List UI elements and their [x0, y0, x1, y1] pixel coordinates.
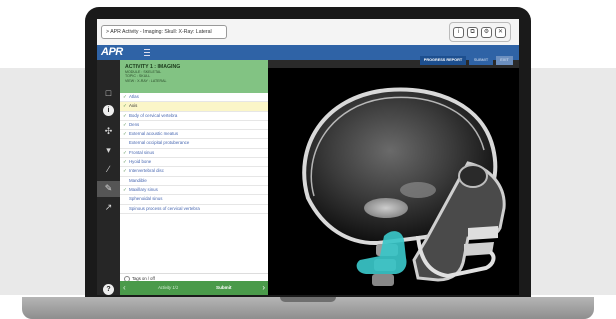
structure-label: Sphenoidal sinus: [129, 196, 163, 202]
structure-item[interactable]: External occipital protuberance: [120, 139, 268, 149]
pencil-icon[interactable]: ✎: [103, 183, 114, 194]
window-title: > APR Activity - Imaging: Skull: X-Ray: …: [101, 25, 227, 39]
structure-item[interactable]: ✓ Intervertebral disc: [120, 167, 268, 177]
structure-item[interactable]: Sphenoidal sinus: [120, 195, 268, 205]
xray-viewer[interactable]: [268, 68, 519, 295]
activity-header: ACTIVITY 1 : IMAGING MODULE : SKELETAL T…: [120, 60, 268, 93]
submit-button[interactable]: SUBMIT: [469, 56, 493, 65]
structure-label: Hyoid bone: [129, 159, 152, 165]
settings-button[interactable]: ⚙: [481, 27, 492, 38]
info-icon[interactable]: i: [103, 105, 114, 116]
structure-label: Mandible: [129, 177, 147, 183]
app-screen: > APR Activity - Imaging: Skull: X-Ray: …: [97, 19, 519, 295]
structure-label: Spinous process of cervical vertebra: [129, 205, 200, 211]
structure-item[interactable]: ✓ Hyoid bone: [120, 158, 268, 168]
previous-arrow-icon[interactable]: ‹: [123, 283, 126, 293]
structure-panel: ACTIVITY 1 : IMAGING MODULE : SKELETAL T…: [120, 60, 268, 295]
structure-item[interactable]: ✓ Dens: [120, 121, 268, 131]
structure-label: Axis: [129, 103, 138, 109]
move-icon[interactable]: ✣: [103, 126, 114, 137]
structure-label: External occipital protuberance: [129, 140, 190, 146]
structure-label: Intervertebral disc: [129, 168, 164, 174]
structure-label: Body of cervical vertebra: [129, 112, 178, 118]
activity-view: VIEW : X-RAY : LATERAL: [125, 78, 167, 83]
pointer-icon[interactable]: ↗: [103, 202, 114, 213]
help-icon[interactable]: ?: [103, 284, 114, 295]
skull-xray-image: [268, 68, 519, 295]
hamburger-menu-icon[interactable]: [144, 49, 150, 56]
structure-item[interactable]: ✓ Axis: [120, 102, 268, 112]
structure-label: Maxillary sinus: [129, 186, 158, 192]
scene: > APR Activity - Imaging: Skull: X-Ray: …: [0, 0, 616, 319]
structure-item[interactable]: Spinous process of cervical vertebra: [120, 205, 268, 214]
pin-icon[interactable]: ▾: [103, 145, 114, 156]
structure-item[interactable]: ✓ External acoustic meatus: [120, 130, 268, 140]
exit-button[interactable]: EXIT: [496, 56, 513, 65]
brush-icon[interactable]: ∕: [103, 164, 114, 175]
nav-submit-button[interactable]: Submit: [216, 281, 232, 295]
close-button[interactable]: ✕: [495, 27, 506, 38]
next-arrow-icon[interactable]: ›: [262, 283, 265, 293]
structure-item[interactable]: ✓ Frontal sinus: [120, 149, 268, 159]
apr-logo: APR: [101, 46, 123, 58]
activity-counter: Activity 1/1: [158, 285, 179, 290]
laptop-notch: [280, 297, 336, 302]
structure-list: ✓ Atlas ✓ Axis ✓ Body of cervical vertebra ✓ De…: [120, 93, 268, 214]
clipboard-icon[interactable]: □: [103, 88, 114, 99]
structure-label: Dens: [129, 121, 140, 127]
window-title-text: APR Activity - Imaging: Skull: X-Ray: La…: [110, 29, 212, 35]
laptop-base: [22, 297, 594, 319]
title-bar: > APR Activity - Imaging: Skull: X-Ray: …: [97, 19, 519, 45]
progress-report-button[interactable]: PROGRESS REPORT: [420, 56, 466, 65]
structure-item[interactable]: ✓ Atlas: [120, 93, 268, 103]
structure-label: Atlas: [129, 94, 139, 99]
structure-item[interactable]: ✓ Body of cervical vertebra: [120, 112, 268, 121]
structure-item[interactable]: ✓ Maxillary sinus: [120, 186, 268, 196]
tool-rail: □ i ✣ ▾ ∕ ✎ ↗ ? McGrawHill: [97, 60, 120, 295]
activity-nav-bar: ‹ Activity 1/1 Submit ›: [120, 281, 268, 295]
popout-button[interactable]: ⧉: [467, 27, 478, 38]
structure-label: Frontal sinus: [129, 149, 155, 155]
info-button[interactable]: i: [453, 27, 464, 38]
structure-item[interactable]: Mandible: [120, 177, 268, 186]
structure-label: External acoustic meatus: [129, 131, 179, 137]
